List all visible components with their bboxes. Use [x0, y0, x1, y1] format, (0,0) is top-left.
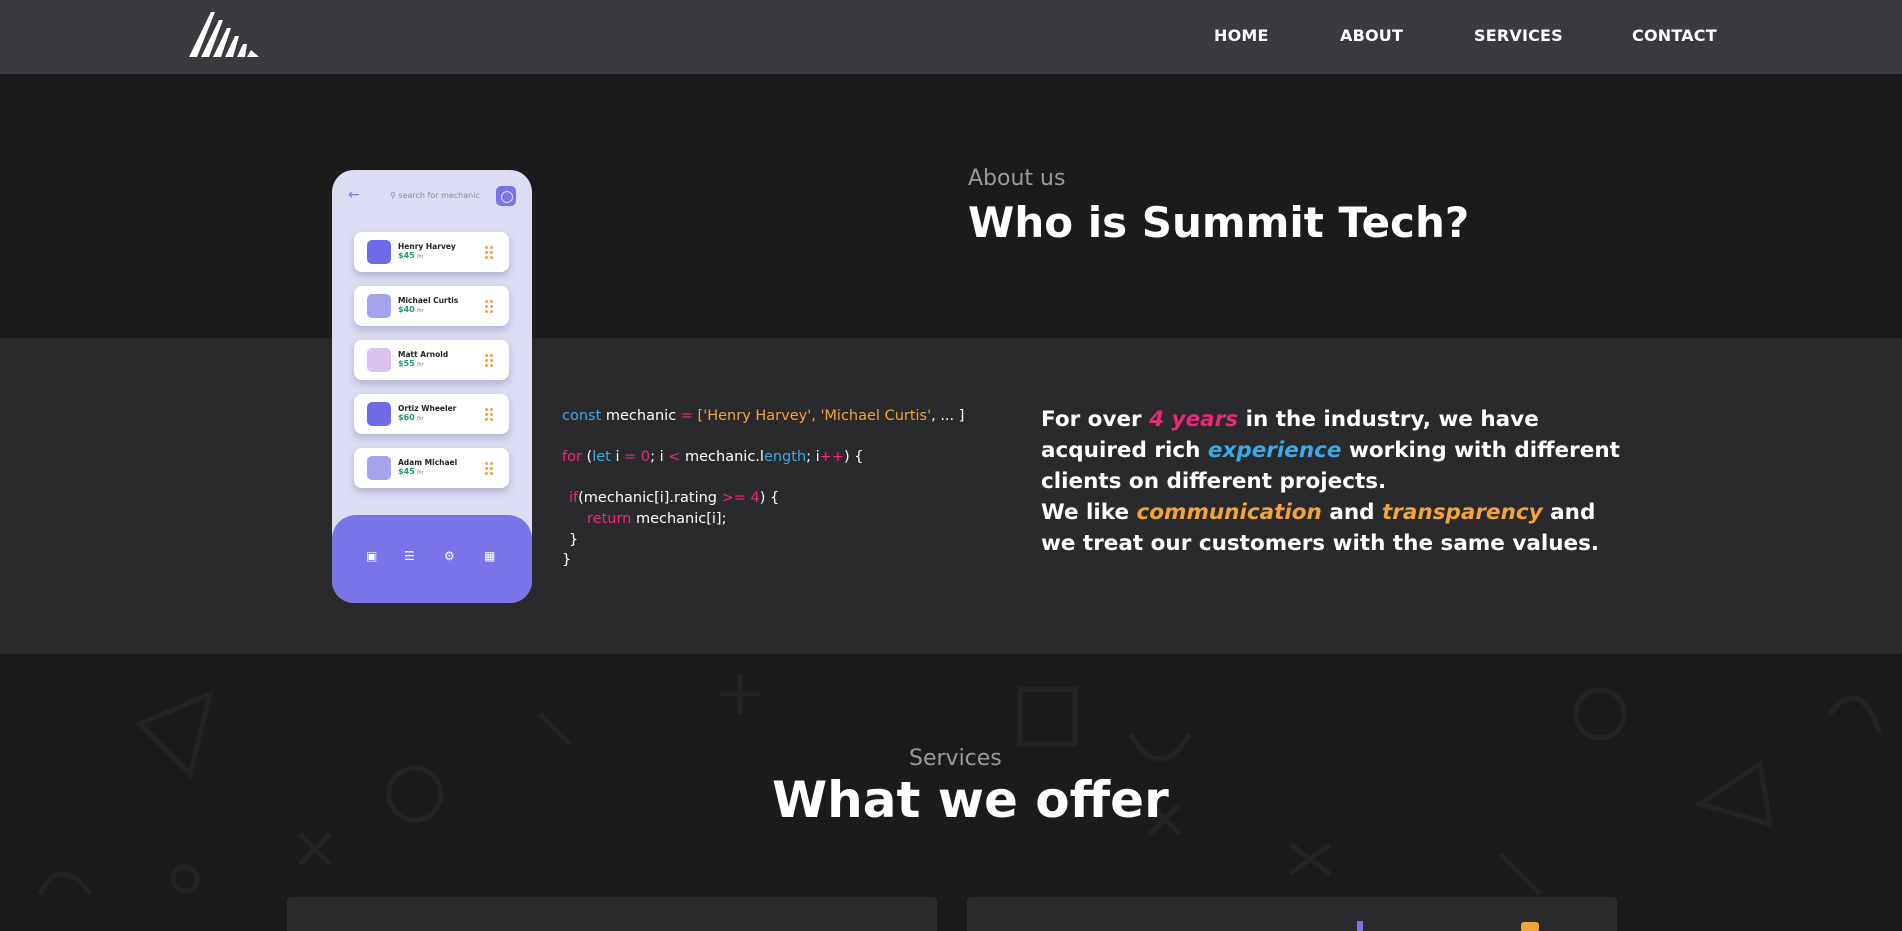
mechanic-name: Michael Curtis — [398, 296, 459, 305]
service-icon-fragment — [1521, 922, 1539, 931]
nav-link-about[interactable]: ABOUT — [1340, 26, 1403, 45]
nav-link-contact[interactable]: CONTACT — [1632, 26, 1717, 45]
mechanic-name: Ortiz Wheeler — [398, 404, 457, 413]
code-line-3: if(mechanic[i].rating >= 4) { — [569, 490, 780, 506]
briefcase-icon: ▣ — [366, 549, 378, 563]
paragraph-line-3: clients on different projects. — [1041, 469, 1387, 494]
mechanic-card: Ortiz Wheeler $60/hr — [354, 394, 509, 434]
mechanic-card: Michael Curtis $40/hr — [354, 286, 509, 326]
about-body-section: const mechanic = ['Henry Harvey', 'Micha… — [0, 338, 1902, 654]
mechanic-price: $40/hr — [398, 305, 424, 314]
paragraph-line-5: we treat our customers with the same val… — [1041, 531, 1600, 556]
nav-link-home[interactable]: HOME — [1214, 26, 1269, 45]
mechanic-price: $45/hr — [398, 251, 424, 260]
mechanic-avatar — [367, 294, 391, 318]
paragraph-line-4: We like communication and transparency a… — [1041, 500, 1596, 525]
service-icon-fragment — [1357, 921, 1363, 931]
services-eyebrow: Services — [909, 746, 1002, 771]
code-line-5: } — [569, 532, 579, 548]
mechanic-card: Adam Michael $45/hr — [354, 448, 509, 488]
paragraph-line-2: acquired rich experience working with di… — [1041, 438, 1620, 463]
mechanic-price: $55/hr — [398, 359, 424, 368]
profile-icon — [496, 186, 516, 206]
mechanic-avatar — [367, 348, 391, 372]
phone-search-field: ⚲ search for mechanic — [390, 191, 480, 200]
nav-link-services[interactable]: SERVICES — [1474, 26, 1563, 45]
drag-handle-icon — [485, 354, 494, 367]
gear-icon: ⚙ — [444, 549, 455, 563]
code-line-1: const mechanic = ['Henry Harvey', 'Micha… — [562, 408, 965, 424]
service-card[interactable] — [967, 897, 1617, 931]
mechanic-name: Henry Harvey — [398, 242, 456, 251]
drag-handle-icon — [485, 408, 494, 421]
mechanic-name: Adam Michael — [398, 458, 458, 467]
phone-mockup: ← ⚲ search for mechanic Henry Harvey $45… — [332, 170, 532, 603]
code-line-6: } — [562, 552, 572, 568]
about-paragraph: For over 4 years in the industry, we hav… — [1041, 404, 1620, 559]
services-title: What we offer — [772, 771, 1169, 829]
mechanic-card: Henry Harvey $45/hr — [354, 232, 509, 272]
back-arrow-icon: ← — [348, 187, 360, 203]
code-line-2: for (let i = 0; i < mechanic.length; i++… — [562, 449, 864, 465]
mechanic-name: Matt Arnold — [398, 350, 449, 359]
mechanic-avatar — [367, 240, 391, 264]
cart-icon: ☰ — [404, 549, 415, 563]
mechanic-price: $45/hr — [398, 467, 424, 476]
drag-handle-icon — [485, 300, 494, 313]
phone-bottom-bar: ▣ ☰ ⚙ ▦ — [332, 515, 532, 603]
drag-handle-icon — [485, 246, 494, 259]
services-section: Services What we offer — [0, 654, 1902, 931]
mechanic-card: Matt Arnold $55/hr — [354, 340, 509, 380]
about-eyebrow: About us — [968, 166, 1066, 191]
paragraph-line-1: For over 4 years in the industry, we hav… — [1041, 407, 1539, 432]
mechanic-avatar — [367, 402, 391, 426]
drag-handle-icon — [485, 462, 494, 475]
about-title: Who is Summit Tech? — [968, 198, 1470, 247]
code-line-4: return mechanic[i]; — [587, 511, 727, 527]
mechanic-avatar — [367, 456, 391, 480]
grid-icon: ▦ — [484, 549, 496, 563]
mechanic-price: $60/hr — [398, 413, 424, 422]
top-navbar: HOME ABOUT SERVICES CONTACT — [0, 0, 1902, 74]
service-card[interactable] — [287, 897, 937, 931]
about-header-section: About us Who is Summit Tech? — [0, 74, 1902, 338]
summit-tech-logo[interactable] — [189, 12, 259, 57]
